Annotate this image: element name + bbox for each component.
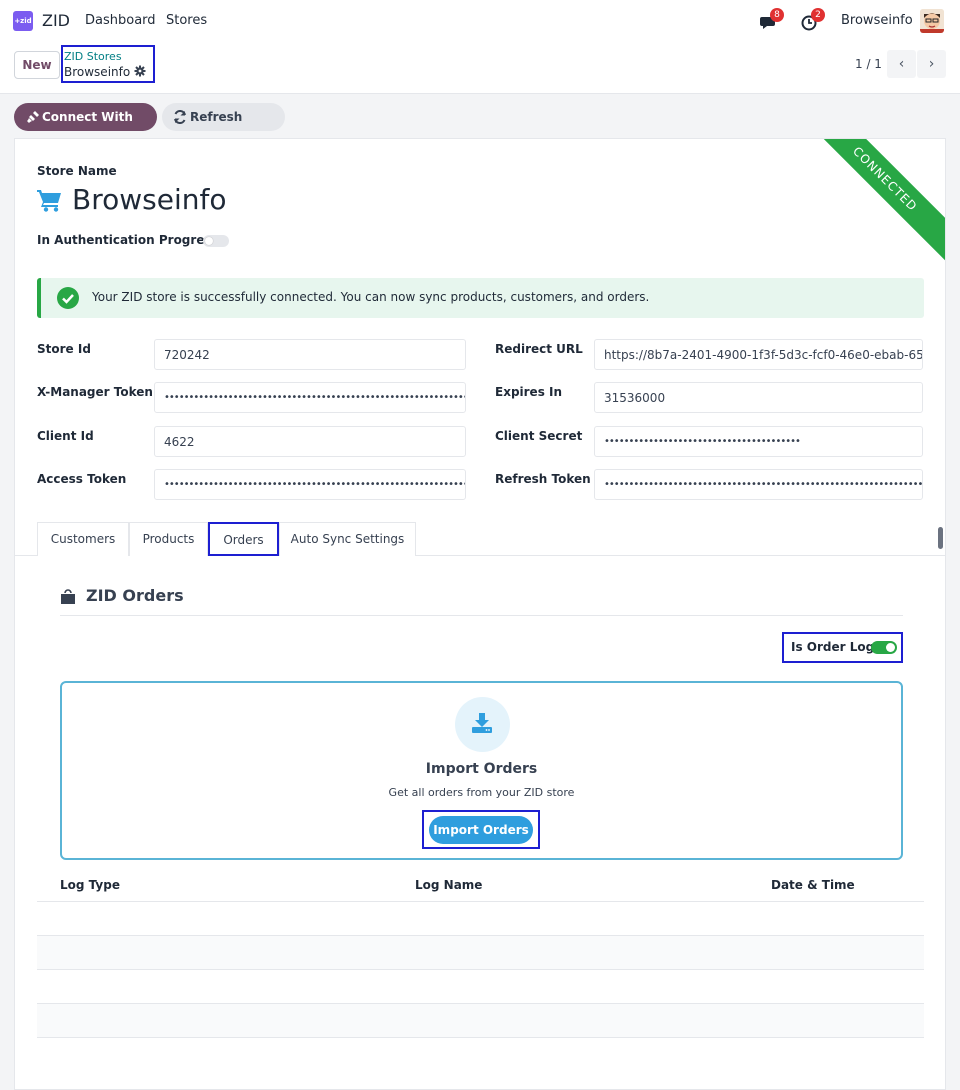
new-button[interactable]: New <box>14 51 60 79</box>
refresh-icon <box>174 110 186 124</box>
connect-with-zid-button[interactable]: Connect With ZID <box>14 103 157 152</box>
table-row <box>37 1037 924 1071</box>
zid-logo-icon[interactable]: +zid <box>13 11 33 31</box>
client-id-label: Client Id <box>37 429 94 443</box>
app-name[interactable]: ZID <box>42 11 70 30</box>
import-orders-description: Get all orders from your ZID store <box>388 786 575 799</box>
pager-previous-button[interactable]: ‹ <box>887 50 916 78</box>
column-log-name[interactable]: Log Name <box>415 878 482 892</box>
breadcrumb: ZID Stores Browseinfo <box>61 45 155 83</box>
avatar-face-icon <box>920 9 944 33</box>
tab-products[interactable]: Products <box>129 522 208 556</box>
table-row <box>37 1003 924 1037</box>
refresh-token-button[interactable]: Refresh Token <box>162 103 285 152</box>
chevron-left-icon: ‹ <box>898 56 905 72</box>
auth-progress-label: In Authentication Progress <box>37 233 219 247</box>
control-panel: New ZID Stores Browseinfo 1 / 1 ‹ › <box>0 42 960 94</box>
client-secret-input[interactable]: •••••••••••••••••••••••••••••••••••••••• <box>594 426 923 457</box>
activities-button[interactable]: 2 <box>801 8 825 33</box>
breadcrumb-current-label: Browseinfo <box>64 65 131 79</box>
order-log-label: Is Order Log <box>791 640 875 654</box>
shopping-bag-icon <box>61 589 75 604</box>
tab-auto-sync-settings[interactable]: Auto Sync Settings <box>279 522 416 556</box>
pager-value[interactable]: 1 / 1 <box>855 57 882 71</box>
import-orders-button[interactable]: Import Orders <box>429 816 533 844</box>
user-name[interactable]: Browseinfo <box>841 13 913 28</box>
avatar[interactable] <box>920 9 944 33</box>
expires-in-input[interactable]: 31536000 <box>594 382 923 413</box>
success-alert-text: Your ZID store is successfully connected… <box>92 290 650 304</box>
column-log-type[interactable]: Log Type <box>60 878 120 892</box>
gear-icon[interactable] <box>134 65 146 77</box>
order-log-toggle[interactable] <box>871 641 897 654</box>
activities-badge: 2 <box>811 8 825 22</box>
auth-progress-toggle[interactable] <box>203 235 229 247</box>
top-navbar: +zid ZID Dashboard Stores 8 2 Browseinfo <box>0 0 960 42</box>
column-date-time[interactable]: Date & Time <box>771 878 855 892</box>
import-orders-card: Import Orders Get all orders from your Z… <box>60 681 903 860</box>
refresh-token-label: Refresh Token <box>495 472 591 486</box>
orders-divider <box>60 615 903 616</box>
connected-ribbon: CONNECTED <box>796 139 945 268</box>
pager-next-button[interactable]: › <box>917 50 946 78</box>
form-sheet: CONNECTED Store Name Browseinfo In Authe… <box>14 138 946 1090</box>
orders-tab-pane: ZID Orders Is Order Log Import Orders Ge… <box>15 556 945 1089</box>
store-id-input[interactable]: 720242 <box>154 339 466 370</box>
store-id-label: Store Id <box>37 342 91 356</box>
breadcrumb-parent-link[interactable]: ZID Stores <box>64 50 153 64</box>
plug-icon <box>27 111 39 123</box>
messages-badge: 8 <box>770 8 784 22</box>
redirect-url-input[interactable]: https://8b7a-2401-4900-1f3f-5d3c-fcf0-46… <box>594 339 923 370</box>
import-orders-button-wrap: Import Orders <box>422 810 540 849</box>
access-token-input[interactable]: ••••••••••••••••••••••••••••••••••••••••… <box>154 469 466 500</box>
zid-orders-title: ZID Orders <box>86 586 184 605</box>
expires-in-label: Expires In <box>495 385 563 399</box>
table-row <box>37 901 924 935</box>
messages-button[interactable]: 8 <box>760 8 784 33</box>
store-name-label: Store Name <box>37 164 117 178</box>
shopping-cart-icon <box>37 190 61 212</box>
breadcrumb-current: Browseinfo <box>64 64 153 80</box>
success-alert: Your ZID store is successfully connected… <box>37 278 924 318</box>
x-manager-token-label: X-Manager Token <box>37 385 153 399</box>
redirect-url-label: Redirect URL <box>495 342 583 356</box>
chevron-right-icon: › <box>928 56 935 72</box>
tab-orders[interactable]: Orders <box>208 522 279 556</box>
client-secret-label: Client Secret <box>495 429 583 443</box>
client-id-input[interactable]: 4622 <box>154 426 466 457</box>
tab-customers[interactable]: Customers <box>37 522 129 556</box>
nav-stores[interactable]: Stores <box>166 13 207 28</box>
check-circle-icon <box>57 287 79 309</box>
refresh-token-input[interactable]: ••••••••••••••••••••••••••••••••••••••••… <box>594 469 923 500</box>
store-name-value[interactable]: Browseinfo <box>72 183 226 216</box>
order-log-field: Is Order Log <box>782 632 903 663</box>
access-token-label: Access Token <box>37 472 127 486</box>
tabs-scrollbar[interactable] <box>938 527 943 549</box>
nav-dashboard[interactable]: Dashboard <box>85 13 156 28</box>
import-orders-title: Import Orders <box>425 761 538 777</box>
import-icon-circle <box>455 697 510 752</box>
download-icon <box>472 713 492 733</box>
table-row <box>37 935 924 969</box>
x-manager-token-input[interactable]: ••••••••••••••••••••••••••••••••••••••••… <box>154 382 466 413</box>
table-row <box>37 969 924 1003</box>
